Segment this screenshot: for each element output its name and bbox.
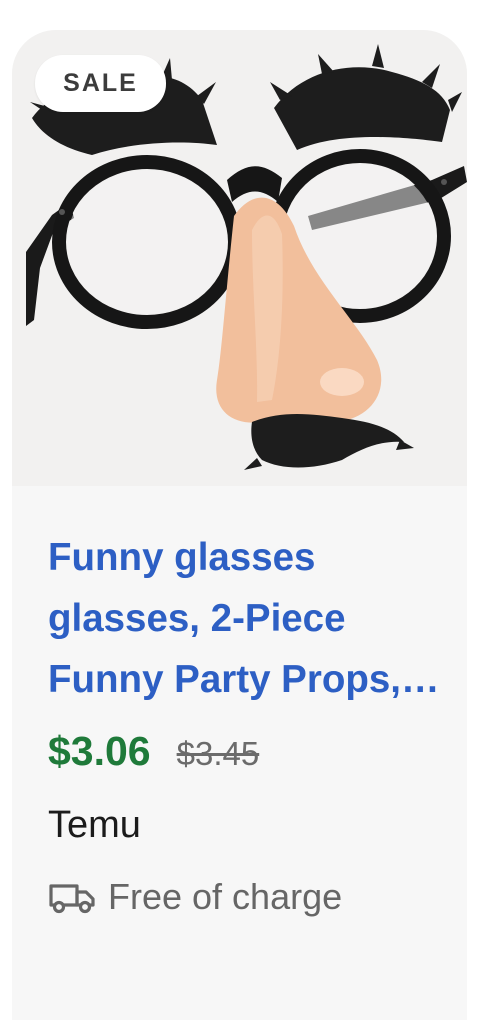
truck-icon — [49, 884, 95, 914]
product-title-link[interactable]: Funny glasses glasses, 2-Piece Funny Par… — [48, 527, 448, 710]
merchant-name: Temu — [48, 804, 141, 846]
sale-badge: SALE — [35, 55, 166, 112]
original-price: $3.45 — [176, 735, 260, 772]
current-price: $3.06 — [48, 728, 151, 774]
shipping-info: Free of charge — [48, 876, 342, 918]
product-image[interactable]: SALE — [12, 30, 467, 486]
product-card[interactable]: SALE Funny glasses glasses, 2-Piece Funn… — [12, 30, 467, 1020]
price-row: $3.06 $3.45 — [48, 728, 259, 778]
shipping-text: Free of charge — [108, 876, 343, 917]
